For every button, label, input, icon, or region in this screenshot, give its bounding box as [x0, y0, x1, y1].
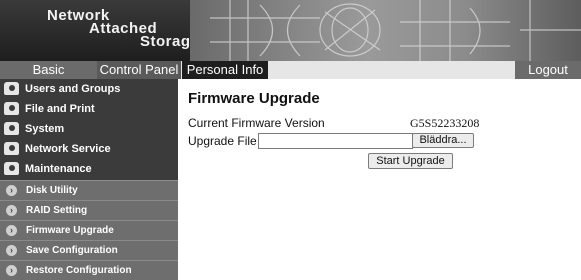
tab-personal-info[interactable]: Personal Info	[182, 61, 268, 79]
sidebar-subitem-restore-configuration[interactable]: › Restore Configuration	[0, 260, 178, 280]
sidebar-item-maintenance[interactable]: Maintenance	[0, 159, 178, 179]
brand-logo: Network Attached Storage	[0, 0, 199, 61]
sidebar-item-network-service[interactable]: Network Service	[0, 139, 178, 159]
sidebar-item-label: Maintenance	[25, 163, 92, 175]
sidebar-subitem-label: Firmware Upgrade	[26, 225, 114, 236]
header-decoration	[190, 0, 581, 61]
sidebar-subitem-save-configuration[interactable]: › Save Configuration	[0, 240, 178, 260]
folder-user-icon	[4, 82, 19, 95]
header-banner: Network Attached Storage	[0, 0, 581, 61]
page-title: Firmware Upgrade	[188, 90, 320, 107]
sidebar-item-users-and-groups[interactable]: Users and Groups	[0, 79, 178, 99]
sidebar-subitem-label: Disk Utility	[26, 185, 78, 196]
sidebar-item-system[interactable]: System	[0, 119, 178, 139]
folder-user-icon	[4, 162, 19, 175]
chevron-right-icon: ›	[6, 225, 17, 236]
sidebar-subitem-label: RAID Setting	[26, 205, 88, 216]
start-upgrade-button[interactable]: Start Upgrade	[368, 153, 453, 169]
chevron-right-icon: ›	[6, 205, 17, 216]
sidebar-subitem-label: Save Configuration	[26, 245, 118, 256]
browse-button[interactable]: Bläddra...	[412, 133, 474, 148]
upgrade-file-label: Upgrade File	[188, 134, 257, 148]
main-content: Firmware Upgrade Current Firmware Versio…	[178, 79, 581, 280]
sidebar-subitem-label: Restore Configuration	[26, 265, 132, 276]
upgrade-file-input[interactable]	[258, 133, 413, 149]
tab-basic[interactable]: Basic	[0, 61, 97, 79]
chevron-right-icon: ›	[6, 245, 17, 256]
current-firmware-label: Current Firmware Version	[188, 116, 325, 130]
chevron-right-icon: ›	[6, 185, 17, 196]
folder-user-icon	[4, 142, 19, 155]
sidebar-item-label: File and Print	[25, 103, 95, 115]
sidebar-subitem-raid-setting[interactable]: › RAID Setting	[0, 200, 178, 220]
folder-user-icon	[4, 102, 19, 115]
chevron-right-icon: ›	[6, 265, 17, 276]
current-firmware-value: G5S52233208	[410, 116, 480, 130]
sidebar-item-file-and-print[interactable]: File and Print	[0, 99, 178, 119]
sidebar-item-label: Network Service	[25, 143, 111, 155]
sidebar-subitem-firmware-upgrade[interactable]: › Firmware Upgrade	[0, 220, 178, 240]
logout-button[interactable]: Logout	[515, 61, 581, 79]
tab-control-panel[interactable]: Control Panel	[97, 61, 181, 79]
folder-user-icon	[4, 122, 19, 135]
sidebar: Users and Groups File and Print System N…	[0, 79, 178, 280]
tab-bar: Basic Control Panel Personal Info Logout	[0, 61, 581, 79]
sidebar-item-label: System	[25, 123, 65, 135]
sidebar-subitem-disk-utility[interactable]: › Disk Utility	[0, 180, 178, 200]
sidebar-item-label: Users and Groups	[25, 83, 121, 95]
